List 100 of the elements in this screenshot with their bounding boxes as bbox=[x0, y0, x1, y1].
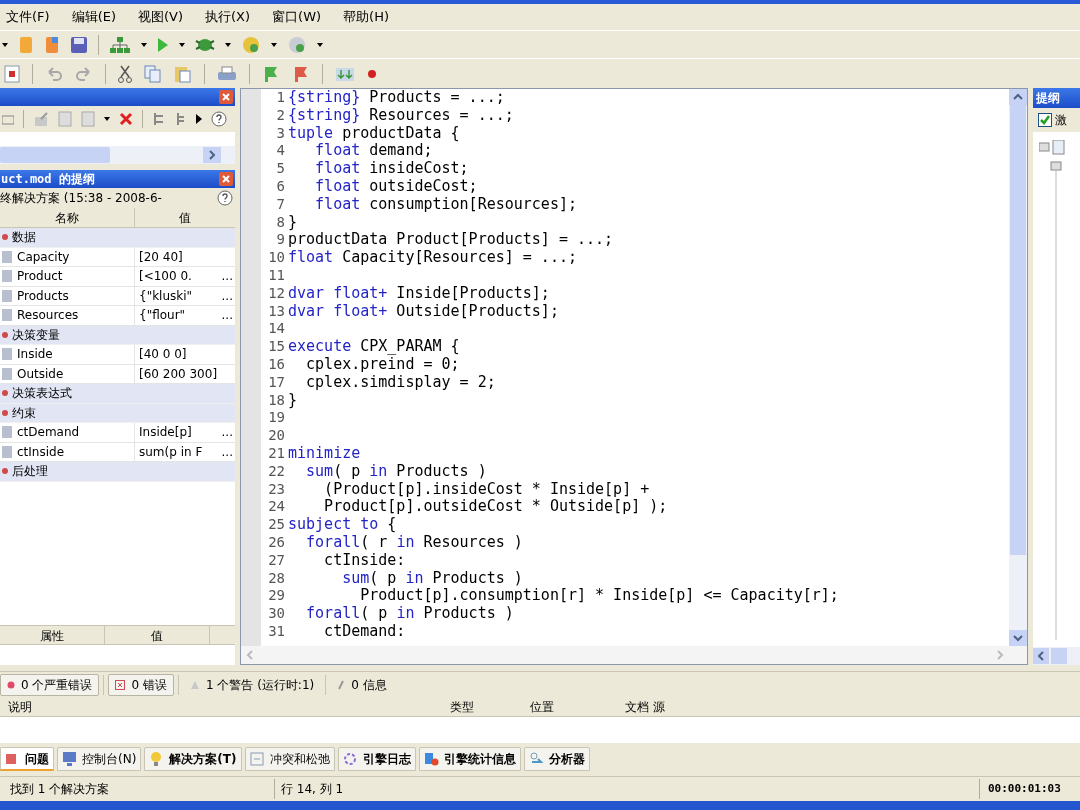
help-icon[interactable] bbox=[217, 190, 233, 206]
item-name[interactable]: Capacity bbox=[17, 247, 70, 266]
print-icon[interactable] bbox=[217, 65, 237, 82]
scroll-down-icon[interactable] bbox=[1009, 630, 1027, 646]
tree-group-row[interactable]: 决策表达式 bbox=[0, 384, 235, 404]
filter-button[interactable]: 0 错误 bbox=[108, 673, 174, 696]
tool-icon[interactable] bbox=[152, 111, 166, 127]
caret-icon[interactable] bbox=[225, 42, 231, 47]
caret-icon[interactable] bbox=[104, 117, 110, 121]
paste-icon[interactable] bbox=[174, 64, 192, 83]
redo-icon[interactable] bbox=[75, 65, 93, 82]
help-icon[interactable] bbox=[211, 111, 227, 127]
item-name[interactable]: Inside bbox=[17, 345, 53, 364]
copy-icon[interactable] bbox=[144, 64, 162, 83]
caret-icon[interactable] bbox=[2, 42, 8, 47]
line-number: 14 bbox=[268, 320, 285, 339]
item-name[interactable]: ctInside bbox=[17, 442, 65, 461]
caret-icon[interactable] bbox=[179, 42, 185, 47]
scrollbar-thumb[interactable] bbox=[0, 147, 110, 163]
column-header[interactable]: 类型 bbox=[450, 697, 530, 716]
run-icon[interactable] bbox=[157, 36, 169, 53]
item-name[interactable]: Product bbox=[17, 267, 63, 286]
caret-icon[interactable] bbox=[141, 42, 147, 47]
tab[interactable]: 引擎日志 bbox=[337, 747, 416, 771]
line-number: 13 bbox=[268, 302, 285, 321]
more-button[interactable]: ... bbox=[221, 442, 233, 461]
scroll-right-icon[interactable] bbox=[203, 147, 221, 163]
edit-icon[interactable] bbox=[33, 111, 49, 127]
menu-item[interactable]: 文件(F) bbox=[6, 7, 50, 27]
line-number: 23 bbox=[268, 480, 285, 499]
save-icon[interactable] bbox=[70, 35, 88, 54]
tab[interactable]: 分析器 bbox=[523, 747, 590, 771]
flag-icon[interactable] bbox=[292, 64, 310, 83]
item-value: sum(p in F bbox=[139, 443, 203, 461]
close-file-icon[interactable] bbox=[4, 64, 20, 83]
tab[interactable]: 解决方案(T) bbox=[144, 747, 242, 771]
column-header[interactable]: 属性 bbox=[0, 626, 105, 644]
close-icon[interactable] bbox=[219, 90, 233, 104]
code-line: tuple productData { bbox=[288, 124, 461, 143]
menu-item[interactable]: 帮助(H) bbox=[343, 7, 389, 27]
scroll-up-icon[interactable] bbox=[1009, 89, 1027, 105]
flag-icon[interactable] bbox=[262, 64, 280, 83]
filter-button[interactable]: 0 个严重错误 bbox=[0, 673, 100, 696]
cut-icon[interactable] bbox=[118, 64, 132, 83]
table-icon[interactable] bbox=[2, 112, 14, 126]
delete-icon[interactable] bbox=[119, 112, 133, 126]
scrollbar-thumb[interactable] bbox=[1010, 105, 1026, 555]
line-number: 1 bbox=[276, 89, 285, 107]
item-value: [<100 0. bbox=[139, 268, 192, 286]
close-icon[interactable] bbox=[219, 172, 233, 186]
column-header[interactable]: 值 bbox=[135, 208, 235, 227]
tab[interactable]: 控制台(N) bbox=[57, 747, 142, 771]
tab[interactable]: 引擎统计信息 bbox=[418, 747, 521, 771]
tree-group-row[interactable]: 约束 bbox=[0, 403, 235, 423]
menu-item[interactable]: 编辑(E) bbox=[71, 7, 116, 27]
more-button[interactable]: ... bbox=[221, 306, 233, 325]
tree-group-row[interactable]: 后处理 bbox=[0, 462, 235, 482]
record-icon[interactable] bbox=[367, 68, 377, 79]
file-icon[interactable] bbox=[44, 35, 60, 54]
caret-icon[interactable] bbox=[317, 42, 323, 47]
tab[interactable]: 问题 bbox=[0, 747, 54, 771]
more-button[interactable]: ... bbox=[221, 267, 233, 286]
checkbox[interactable] bbox=[1038, 113, 1052, 127]
line-number: 21 bbox=[268, 444, 285, 463]
variable-icon bbox=[2, 250, 12, 263]
next-icon[interactable] bbox=[196, 114, 202, 124]
column-header[interactable]: 说明 bbox=[0, 697, 450, 716]
warning-icon bbox=[189, 679, 200, 690]
code-line: Product[p].consumption[r] * Inside[p] <= Capacity[r]; bbox=[359, 587, 840, 606]
file-icon[interactable] bbox=[18, 35, 34, 54]
filter-button[interactable]: 1 个警告 (运行时:1) bbox=[182, 673, 322, 696]
column-header[interactable]: 位置 bbox=[530, 697, 625, 716]
caret-icon[interactable] bbox=[271, 42, 277, 47]
menu-item[interactable]: 窗口(W) bbox=[272, 7, 322, 27]
column-header[interactable]: 名称 bbox=[0, 208, 135, 227]
filter-button[interactable]: 0 信息 bbox=[330, 673, 394, 696]
tree-group-row[interactable]: 决策变量 bbox=[0, 325, 235, 345]
scrollbar-thumb[interactable] bbox=[1051, 648, 1067, 664]
column-header[interactable]: 值 bbox=[105, 626, 210, 644]
tab[interactable]: 冲突和松弛 bbox=[244, 747, 335, 771]
item-name[interactable]: ctDemand bbox=[17, 423, 80, 442]
item-name[interactable]: Products bbox=[17, 286, 69, 305]
item-name[interactable]: Outside bbox=[17, 364, 64, 383]
code-line: {string} Products = ...; bbox=[288, 89, 506, 107]
code-line: forall( p in Products ) bbox=[305, 605, 515, 623]
variable-icon bbox=[2, 445, 12, 458]
group-label: 决策变量 bbox=[12, 326, 60, 344]
more-button[interactable]: ... bbox=[221, 286, 233, 305]
undo-icon[interactable] bbox=[45, 65, 63, 82]
more-button[interactable]: ... bbox=[221, 423, 233, 442]
item-name[interactable]: Resources bbox=[17, 306, 79, 325]
code-line: dvar float+ Outside[Products]; bbox=[288, 302, 560, 321]
menu-item[interactable]: 执行(X) bbox=[205, 7, 251, 27]
tree-group-row[interactable]: 数据 bbox=[0, 228, 235, 248]
tool-icon[interactable] bbox=[175, 111, 187, 127]
column-header[interactable]: 文档 源 bbox=[625, 697, 1080, 716]
hierarchy-icon[interactable] bbox=[109, 35, 131, 54]
menu-item[interactable]: 视图(V) bbox=[138, 7, 184, 27]
scroll-left-icon[interactable] bbox=[1033, 648, 1049, 664]
code-line: productData Product[Products] = ...; bbox=[288, 231, 615, 250]
